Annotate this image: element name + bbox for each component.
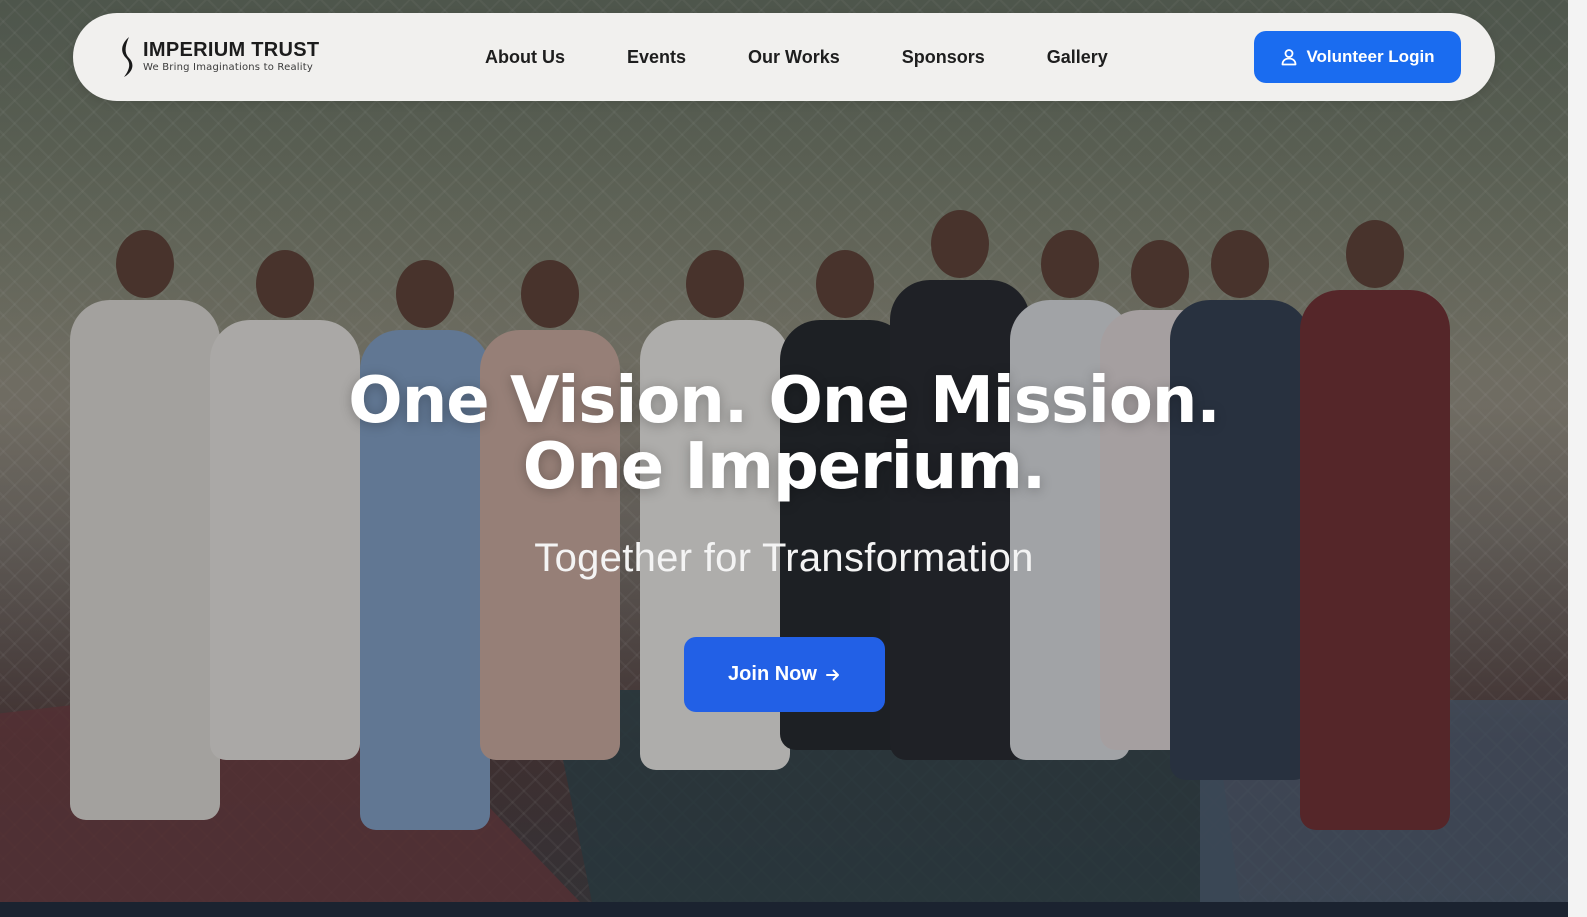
join-now-label: Join Now — [728, 663, 817, 685]
volunteer-login-label: Volunteer Login — [1306, 47, 1435, 66]
nav-link-our-works[interactable]: Our Works — [748, 47, 840, 68]
nav-link-sponsors[interactable]: Sponsors — [902, 47, 985, 68]
hero-title-line-1: One Vision. One Mission. — [348, 364, 1220, 438]
join-now-button[interactable]: Join Now — [684, 637, 885, 712]
hero-section: IMPERIUM TRUST We Bring Imaginations to … — [0, 0, 1568, 902]
hero-title: One Vision. One Mission. One Imperium. — [0, 368, 1568, 500]
nav-link-about-us[interactable]: About Us — [485, 47, 565, 68]
navbar: IMPERIUM TRUST We Bring Imaginations to … — [73, 13, 1495, 101]
volunteer-login-button[interactable]: Volunteer Login — [1254, 31, 1461, 83]
hero-subtitle: Together for Transformation — [534, 536, 1034, 580]
bottom-edge — [0, 902, 1587, 917]
brand-tagline: We Bring Imaginations to Reality — [143, 62, 313, 73]
scrollbar-track[interactable] — [1568, 0, 1587, 917]
arrow-right-icon — [825, 669, 839, 680]
hero-title-line-2: One Imperium. — [522, 430, 1046, 504]
flame-s-icon — [122, 37, 133, 77]
user-icon — [1282, 49, 1297, 66]
nav-links: About Us Events Our Works Sponsors Galle… — [485, 13, 1108, 101]
nav-link-events[interactable]: Events — [627, 47, 686, 68]
brand-title: IMPERIUM TRUST — [143, 39, 320, 61]
nav-link-gallery[interactable]: Gallery — [1047, 47, 1108, 68]
brand-logo[interactable]: IMPERIUM TRUST We Bring Imaginations to … — [117, 36, 319, 78]
